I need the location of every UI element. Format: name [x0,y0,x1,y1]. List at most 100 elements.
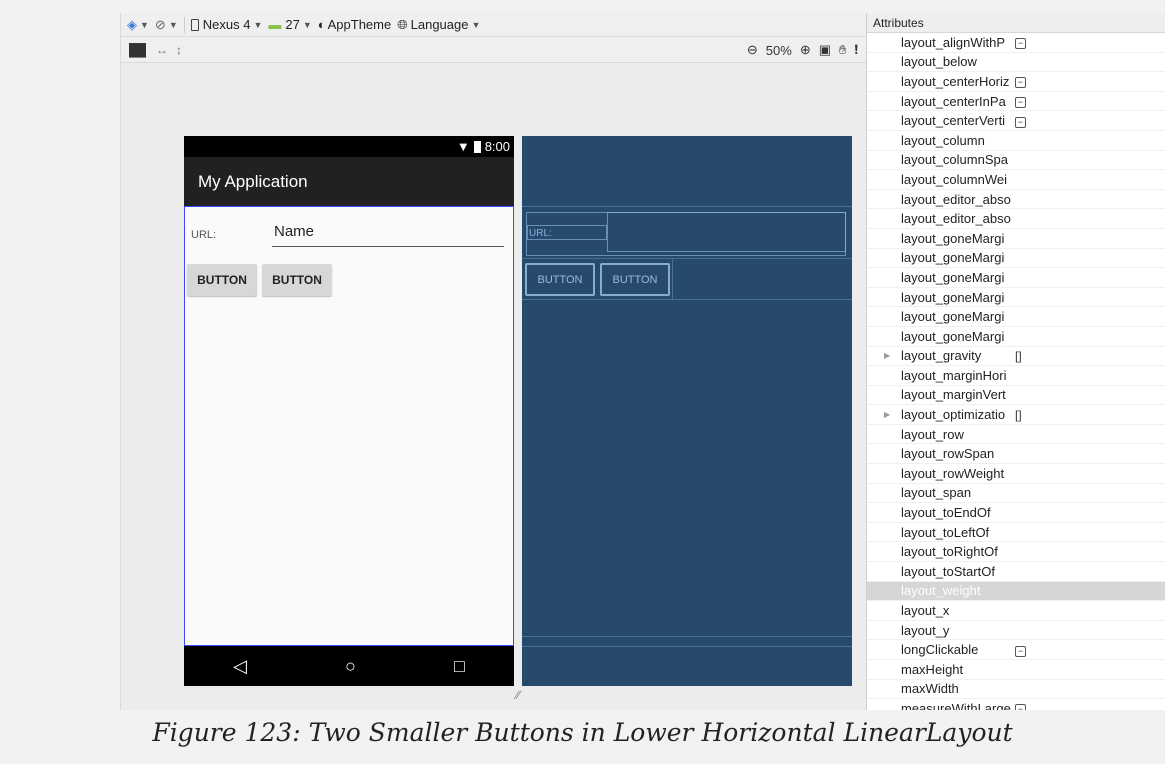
design-toolbar: ◈ ▼ ⊘ ▼ Nexus 4 ▼ ▬ 27 ▼ ◐ AppTheme 🌐︎ Langu… [121,13,866,37]
button-2[interactable]: BUTTON [262,264,332,296]
attribute-row[interactable]: layout_span [867,484,1165,504]
attribute-row[interactable]: layout_goneMargi [867,229,1165,249]
blueprint-button-1[interactable]: BUTTON [525,263,595,296]
attributes-header: Attributes [867,13,1165,33]
attribute-flag-icon[interactable]: − [1015,114,1026,128]
theme-dropdown[interactable]: ◐ AppTheme [318,17,391,32]
wifi-icon: ▼ [456,139,470,154]
chevron-down-icon: ▼ [168,19,178,30]
url-label[interactable]: URL: [191,229,216,241]
columns-icon[interactable]: ██ [129,43,146,57]
attribute-row[interactable]: layout_rowSpan [867,444,1165,465]
zoom-out-icon[interactable]: ⊖ [747,42,758,58]
phone-preview: ▼ 8:00 My Application URL: Name BUTTON B… [184,136,514,686]
attribute-name: layout_goneMargi [901,250,1005,266]
layers-icon: ◈ [127,16,137,32]
attribute-name: layout_toLeftOf [901,524,990,540]
attribute-flag-icon[interactable]: − [1015,35,1026,50]
attribute-row[interactable]: layout_columnWei [867,170,1165,190]
attribute-row[interactable]: layout_centerVerti − [867,111,1165,131]
attribute-row[interactable]: layout_goneMargi [867,288,1165,308]
attribute-name: layout_marginHori [901,367,1007,383]
attribute-row[interactable]: layout_centerHoriz − [867,72,1165,92]
attribute-row[interactable]: layout_toLeftOf [867,523,1165,543]
attribute-row[interactable]: layout_below [867,53,1165,73]
expand-arrow-icon[interactable]: ▶ [884,351,890,360]
view-toolbar: ██ ↔ ↕ ⊖ 50% ⊕ ▣ ✋︎ ❗︎ [121,37,866,63]
theme-label: AppTheme [327,17,392,32]
attribute-row[interactable]: layout_editor_abso [867,190,1165,210]
attribute-row[interactable]: layout_goneMargi [867,268,1165,288]
attribute-row[interactable]: layout_alignWithP − [867,33,1165,53]
vertical-resize-icon[interactable]: ↕ [176,43,182,57]
attribute-flag-icon[interactable]: − [1015,74,1026,89]
status-bar: ▼ 8:00 [184,136,514,157]
phone-icon [190,18,199,31]
attribute-row[interactable]: layout_toEndOf [867,503,1165,523]
pan-hand-icon[interactable]: ✋︎ [839,42,846,58]
app-title: My Application [198,171,308,191]
fit-screen-icon[interactable]: ▣ [819,42,831,58]
attribute-row[interactable]: maxWidth [867,680,1165,700]
attribute-name: layout_goneMargi [901,289,1005,305]
figure-caption: Figure 123: Two Smaller Buttons in Lower… [152,718,1013,747]
attribute-row[interactable]: layout_marginHori [867,366,1165,386]
attribute-row[interactable]: layout_marginVert [867,386,1165,406]
language-dropdown[interactable]: 🌐︎ Language ▼ [397,17,480,33]
attribute-row[interactable]: layout_goneMargi [867,307,1165,327]
name-edittext[interactable]: Name [272,223,504,247]
design-surface-dropdown[interactable]: ◈ ▼ [127,17,149,33]
attribute-row[interactable]: layout_editor_abso [867,209,1165,229]
attribute-row[interactable]: layout_column [867,131,1165,151]
api-level-dropdown[interactable]: ▬ 27 ▼ [268,17,311,32]
attributes-panel: Attributes layout_alignWithP − layout_belo… [866,13,1165,710]
attribute-name: layout_toStartOf [901,563,995,579]
attribute-row[interactable]: layout_columnSpa [867,151,1165,171]
horizontal-resize-icon[interactable]: ↔ [156,43,168,57]
attribute-value[interactable]: [] [1015,349,1022,363]
battery-icon [473,140,481,153]
expand-arrow-icon[interactable]: ▶ [884,410,890,419]
attribute-row[interactable]: layout_x [867,601,1165,621]
button-1[interactable]: BUTTON [187,264,257,296]
attribute-row[interactable]: layout_row [867,425,1165,445]
zoom-in-icon[interactable]: ⊕ [800,42,811,58]
warning-icon[interactable]: ❗︎ [854,42,858,58]
attribute-row[interactable]: layout_toRightOf [867,542,1165,563]
attribute-name: layout_goneMargi [901,309,1005,325]
attribute-name: layout_centerVerti [901,113,1006,129]
attribute-name: layout_rowSpan [901,446,995,462]
blueprint-name-box[interactable] [607,212,846,252]
attribute-flag-icon[interactable]: − [1015,94,1026,109]
device-dropdown[interactable]: Nexus 4 ▼ [190,17,262,32]
attribute-name: layout_weight [901,583,981,599]
attribute-name: layout_centerHoriz [901,73,1010,89]
attribute-row[interactable]: measureWithLarge − [867,699,1165,710]
attribute-value[interactable]: [] [1015,408,1022,422]
toolbar-divider [183,16,185,33]
attribute-row[interactable]: layout_centerInPa − [867,92,1165,112]
attribute-row[interactable]: longClickable − [867,640,1165,660]
blueprint-button-2[interactable]: BUTTON [600,263,670,296]
resize-handle-icon[interactable]: ∕∕ [516,688,520,702]
attribute-name: layout_below [901,54,977,70]
attribute-name: layout_gravity [901,348,982,364]
attribute-row[interactable]: layout_rowWeight [867,464,1165,484]
attribute-row[interactable]: maxHeight [867,660,1165,680]
attribute-flag-icon[interactable]: − [1015,643,1026,657]
linear-layout-root[interactable]: URL: Name BUTTON BUTTON [184,206,514,646]
attribute-row[interactable]: layout_weight [867,581,1165,602]
attribute-flag-icon[interactable]: − [1015,701,1026,710]
attribute-name: layout_goneMargi [901,269,1005,285]
attribute-row[interactable]: ▶ layout_optimizatio [] [867,405,1165,425]
orientation-dropdown[interactable]: ⊘ ▼ [155,17,178,33]
attribute-row[interactable]: layout_toStartOf [867,562,1165,582]
attribute-row[interactable]: ▶ layout_gravity [] [867,347,1165,367]
attribute-row[interactable]: layout_goneMargi [867,327,1165,347]
attribute-row[interactable]: layout_goneMargi [867,249,1165,269]
attribute-row[interactable]: layout_y [867,621,1165,641]
app-bar: My Application [184,157,514,206]
language-label: Language [410,17,469,32]
attribute-name: measureWithLarge [901,700,1011,710]
layout-editor: ◈ ▼ ⊘ ▼ Nexus 4 ▼ ▬ 27 ▼ ◐ AppTheme 🌐︎ Langu… [120,13,1165,710]
